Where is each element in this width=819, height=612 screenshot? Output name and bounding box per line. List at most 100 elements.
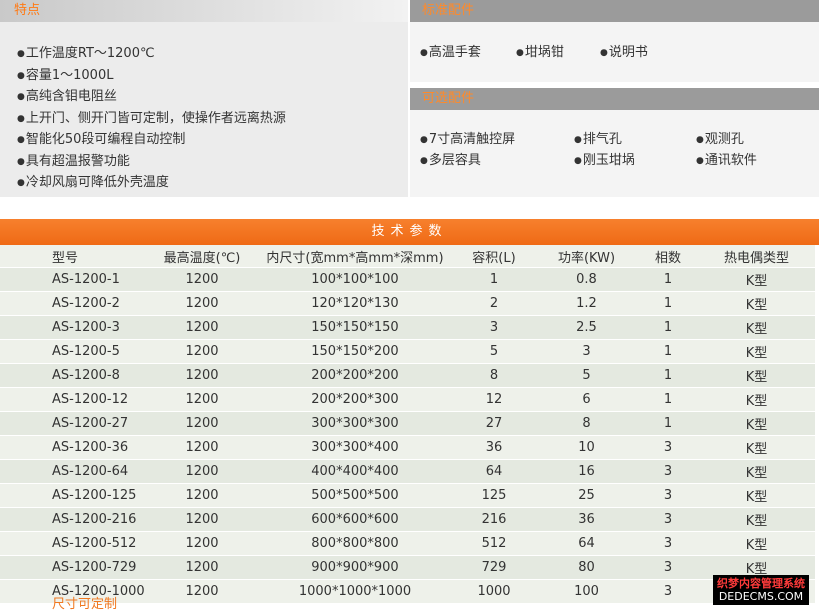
- table-cell: K型: [698, 531, 815, 556]
- table-cell: K型: [698, 387, 815, 412]
- table-cell: 1200: [147, 315, 257, 340]
- table-cell: 900*900*900: [257, 555, 453, 580]
- table-cell: 10: [535, 435, 638, 460]
- table-cell: 125: [453, 483, 535, 508]
- table-cell: 2: [453, 291, 535, 316]
- table-cell: 1200: [147, 531, 257, 556]
- table-cell: 1: [638, 363, 698, 388]
- standard-accessories-panel: 标准配件 高温手套 坩埚钳 说明书: [410, 0, 819, 82]
- table-row: AS-1200-12 1200 200*200*300 12 6 1 K型: [0, 387, 815, 412]
- table-cell: 500*500*500: [257, 483, 453, 508]
- table-cell: 3: [638, 459, 698, 484]
- table-cell: 1: [638, 267, 698, 292]
- table-cell: 100: [535, 579, 638, 603]
- table-cell: 3: [638, 435, 698, 460]
- feature-item: 智能化50段可编程自动控制: [17, 129, 286, 151]
- table-cell: 3: [535, 339, 638, 364]
- table-cell: 1: [638, 339, 698, 364]
- optional-item: 多层容具: [420, 149, 481, 168]
- column-header: 最高温度(℃): [163, 250, 241, 266]
- table-cell: 64: [453, 459, 535, 484]
- table-cell: 36: [453, 435, 535, 460]
- table-cell: 1: [453, 267, 535, 292]
- table-cell: 1: [638, 291, 698, 316]
- table-cell: 25: [535, 483, 638, 508]
- table-cell: 1200: [147, 507, 257, 532]
- table-cell: K型: [698, 363, 815, 388]
- table-cell: AS-1200-3: [0, 315, 147, 340]
- feature-item: 高纯含钼电阻丝: [17, 86, 286, 108]
- table-cell: AS-1200-12: [0, 387, 147, 412]
- watermark-logo: 织梦内容管理系统 DEDECMS.COM: [713, 575, 809, 605]
- specs-table-body: AS-1200-1 1200 100*100*100 1 0.8 1 K型 AS-1200-2…: [0, 267, 815, 603]
- table-cell: AS-1200-216: [0, 507, 147, 532]
- optional-item: 刚玉坩埚: [574, 149, 635, 168]
- table-cell: 3: [638, 507, 698, 532]
- table-cell: 3: [453, 315, 535, 340]
- optional-item: 观测孔: [696, 128, 744, 147]
- table-cell: K型: [698, 339, 815, 364]
- table-cell: 1200: [147, 339, 257, 364]
- table-cell: 1200: [147, 579, 257, 603]
- table-cell: 5: [453, 339, 535, 364]
- optional-header: 可选配件: [410, 88, 819, 110]
- table-cell: K型: [698, 483, 815, 508]
- table-cell: 5: [535, 363, 638, 388]
- table-cell: 1200: [147, 411, 257, 436]
- table-cell: 729: [453, 555, 535, 580]
- table-cell: K型: [698, 411, 815, 436]
- table-cell: AS-1200-27: [0, 411, 147, 436]
- table-row: AS-1200-5 1200 150*150*200 5 3 1 K型: [0, 339, 815, 364]
- table-cell: K型: [698, 291, 815, 316]
- table-cell: AS-1200-5: [0, 339, 147, 364]
- table-row: AS-1200-512 1200 800*800*800 512 64 3 K型: [0, 531, 815, 556]
- table-cell: 1000*1000*1000: [257, 579, 453, 603]
- table-cell: 1200: [147, 483, 257, 508]
- table-cell: 1.2: [535, 291, 638, 316]
- table-cell: K型: [698, 315, 815, 340]
- column-header: 功率(KW): [557, 250, 616, 266]
- table-header-row: 型号 最高温度(℃) 内尺寸(宽mm*高mm*深mm) 容积(L) 功率(KW)…: [0, 245, 815, 268]
- table-cell: 12: [453, 387, 535, 412]
- table-cell: AS-1200-36: [0, 435, 147, 460]
- table-cell: AS-1200-2: [0, 291, 147, 316]
- table-cell: 600*600*600: [257, 507, 453, 532]
- table-cell: 6: [535, 387, 638, 412]
- watermark-line2: DEDECMS.COM: [718, 590, 804, 603]
- specs-title: 技术参数: [0, 219, 819, 245]
- table-row: AS-1200-3 1200 150*150*150 3 2.5 1 K型: [0, 315, 815, 340]
- table-row: AS-1200-27 1200 300*300*300 27 8 1 K型: [0, 411, 815, 436]
- features-title: 特点: [14, 3, 41, 18]
- table-row: AS-1200-1 1200 100*100*100 1 0.8 1 K型: [0, 267, 815, 292]
- table-cell: 3: [638, 555, 698, 580]
- table-cell: 1200: [147, 291, 257, 316]
- table-cell: 16: [535, 459, 638, 484]
- optional-accessories-panel: 可选配件 7寸高清触控屏 排气孔 观测孔 多层容具 刚玉坩埚 通讯软件: [410, 88, 819, 197]
- specs-table: 型号 最高温度(℃) 内尺寸(宽mm*高mm*深mm) 容积(L) 功率(KW)…: [0, 245, 815, 603]
- table-cell: 120*120*130: [257, 291, 453, 316]
- features-header: 特点: [0, 0, 408, 22]
- table-cell: 1200: [147, 459, 257, 484]
- feature-item: 容量1～1000L: [17, 65, 286, 87]
- feature-item: 具有超温报警功能: [17, 151, 286, 173]
- table-cell: 8: [453, 363, 535, 388]
- table-cell: 27: [453, 411, 535, 436]
- table-cell: 1200: [147, 387, 257, 412]
- table-cell: 200*200*300: [257, 387, 453, 412]
- standard-title: 标准配件: [422, 3, 475, 18]
- table-cell: 36: [535, 507, 638, 532]
- table-cell: 300*300*400: [257, 435, 453, 460]
- table-row: AS-1200-729 1200 900*900*900 729 80 3 K型: [0, 555, 815, 580]
- table-cell: 1: [638, 411, 698, 436]
- table-cell: 8: [535, 411, 638, 436]
- table-cell: K型: [698, 267, 815, 292]
- watermark-line1: 织梦内容管理系统: [717, 577, 805, 590]
- feature-item: 工作温度RT～1200℃: [17, 43, 286, 65]
- table-cell: 300*300*300: [257, 411, 453, 436]
- table-row: AS-1200-125 1200 500*500*500 125 25 3 K型: [0, 483, 815, 508]
- table-cell: 3: [638, 483, 698, 508]
- feature-item: 上开门、侧开门皆可定制，使操作者远离热源: [17, 108, 286, 130]
- table-cell: K型: [698, 435, 815, 460]
- table-cell: AS-1200-125: [0, 483, 147, 508]
- table-cell: 3: [638, 579, 698, 603]
